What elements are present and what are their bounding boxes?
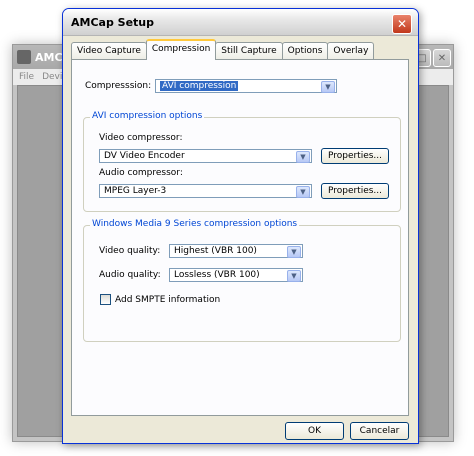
chevron-down-icon[interactable]: ▼ [296,186,310,198]
chevron-down-icon[interactable]: ▼ [287,270,301,282]
compression-value: AVI compression [160,81,239,91]
close-icon[interactable]: ✕ [433,49,451,67]
compression-label: Compresssion: [85,81,152,91]
smpte-checkbox[interactable] [100,294,111,305]
amcap-setup-dialog: AMCap Setup ✕ Video Capture Compression … [62,8,419,444]
video-compressor-value: DV Video Encoder [104,151,185,161]
audio-compressor-label: Audio compressor: [99,168,183,178]
video-quality-label: Video quality: [99,246,161,256]
close-icon: ✕ [396,17,408,31]
menu-file[interactable]: File [19,72,34,82]
avi-group-title: AVI compression options [90,111,205,121]
windows-media-group: Windows Media 9 Series compression optio… [83,219,401,342]
chevron-down-icon[interactable]: ▼ [321,81,335,93]
tab-still-capture[interactable]: Still Capture [215,42,283,59]
tab-options[interactable]: Options [281,42,329,59]
tab-overlay[interactable]: Overlay [327,42,375,59]
app-icon [17,50,31,64]
video-compressor-select[interactable]: DV Video Encoder ▼ [99,149,312,163]
cancel-button[interactable]: Cancelar [350,422,409,440]
audio-quality-label: Audio quality: [99,270,161,280]
video-properties-button[interactable]: Properties... [321,148,389,164]
tab-compression[interactable]: Compression [145,39,217,60]
ok-button[interactable]: OK [285,422,344,440]
close-button[interactable]: ✕ [392,14,412,34]
avi-compression-group: AVI compression options Video compressor… [83,111,401,212]
video-quality-select[interactable]: Highest (VBR 100) ▼ [169,244,303,258]
dialog-title: AMCap Setup [71,15,155,29]
video-compressor-label: Video compressor: [99,133,183,143]
chevron-down-icon[interactable]: ▼ [287,246,301,258]
audio-compressor-select[interactable]: MPEG Layer-3 ▼ [99,184,312,198]
chevron-down-icon[interactable]: ▼ [296,151,310,163]
compression-panel: Compresssion: AVI compression ▼ AVI comp… [71,59,409,416]
smpte-label[interactable]: Add SMPTE information [115,295,220,305]
tab-strip: Video Capture Compression Still Capture … [71,39,375,60]
audio-quality-value: Lossless (VBR 100) [174,270,260,280]
audio-quality-select[interactable]: Lossless (VBR 100) ▼ [169,268,303,282]
compression-select[interactable]: AVI compression ▼ [155,79,337,93]
audio-properties-button[interactable]: Properties... [321,183,389,199]
audio-compressor-value: MPEG Layer-3 [104,186,167,196]
dialog-title-bar: AMCap Setup [63,9,418,36]
wm-group-title: Windows Media 9 Series compression optio… [90,219,300,229]
tab-video-capture[interactable]: Video Capture [71,42,147,59]
video-quality-value: Highest (VBR 100) [174,246,257,256]
